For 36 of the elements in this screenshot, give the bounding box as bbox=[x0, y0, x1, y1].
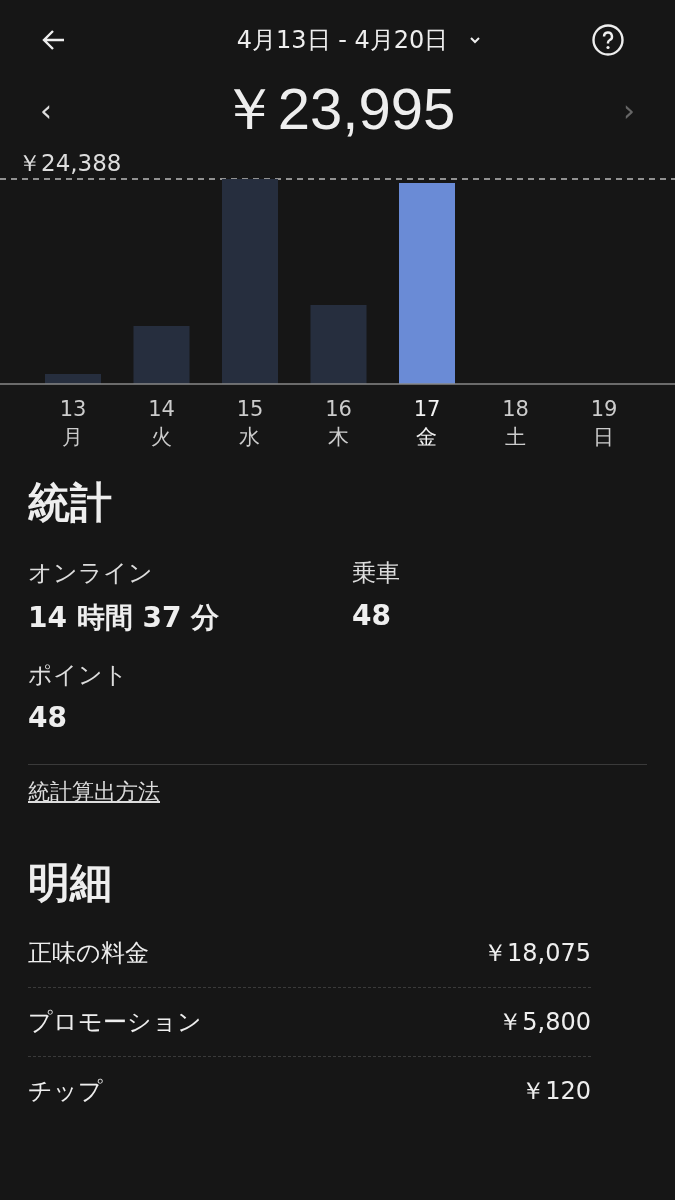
total-amount: ￥23,995 bbox=[219, 75, 456, 143]
help-icon[interactable] bbox=[591, 23, 625, 57]
bar[interactable] bbox=[45, 374, 101, 384]
section-title: 統計 bbox=[28, 477, 113, 529]
date-range-dropdown[interactable]: 4月13日 - 4月20日 bbox=[230, 23, 489, 57]
weekday-label: 火 bbox=[151, 424, 172, 451]
row-amount: ￥120 bbox=[521, 1076, 591, 1107]
section-title: 明細 bbox=[28, 857, 113, 909]
day-label: 17 bbox=[413, 396, 441, 423]
day-label: 14 bbox=[148, 396, 175, 423]
row-label: チップ bbox=[28, 1076, 103, 1107]
row-amount: ￥5,800 bbox=[498, 1007, 591, 1038]
weekday-label: 金 bbox=[416, 424, 438, 451]
weekday-label: 水 bbox=[239, 424, 261, 451]
row-label: プロモーション bbox=[28, 1007, 202, 1038]
weekday-label: 木 bbox=[328, 424, 349, 451]
row-label: 正味の料金 bbox=[28, 938, 149, 969]
day-label: 15 bbox=[236, 396, 264, 423]
day-label: 19 bbox=[590, 396, 618, 423]
day-label: 16 bbox=[325, 396, 352, 423]
weekday-label: 土 bbox=[505, 424, 526, 451]
stat-value: 14 時間 37 分 bbox=[28, 600, 221, 636]
stat-value: 48 bbox=[352, 599, 392, 632]
previous-button[interactable]: ‹ bbox=[40, 92, 52, 128]
stat-label: オンライン bbox=[28, 558, 154, 589]
stat-label: 乗車 bbox=[352, 558, 401, 589]
weekday-label: 月 bbox=[62, 424, 84, 451]
chevron-down-icon bbox=[468, 35, 483, 45]
day-label: 13 bbox=[59, 396, 87, 423]
max-value-label: ￥24,388 bbox=[17, 149, 123, 178]
stat-label: ポイント bbox=[28, 660, 129, 691]
weekday-label: 日 bbox=[593, 424, 615, 451]
stats-method-link[interactable]: 統計算出方法 bbox=[28, 779, 160, 804]
row-amount: ￥18,075 bbox=[483, 938, 591, 969]
stat-value: 48 bbox=[28, 701, 68, 734]
day-label: 18 bbox=[502, 396, 529, 423]
